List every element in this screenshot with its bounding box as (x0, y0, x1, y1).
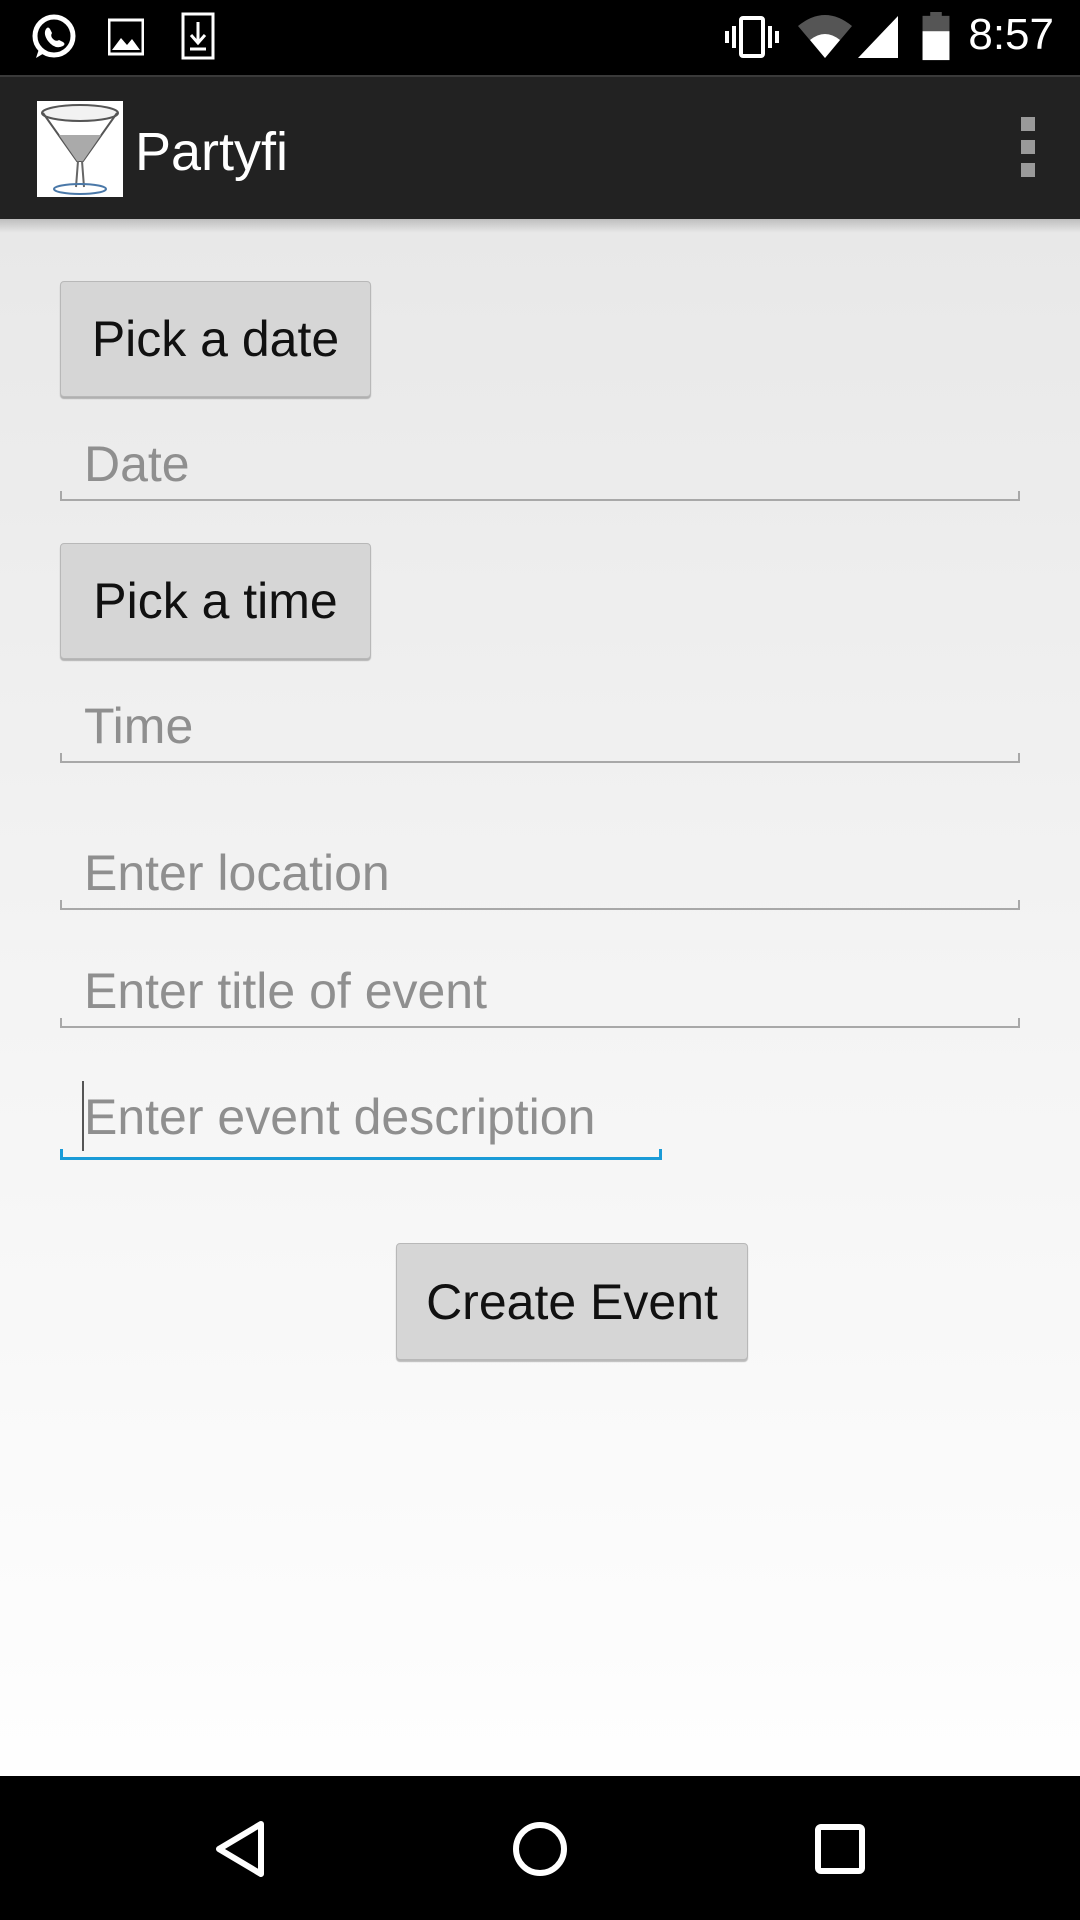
action-bar: Partyfi (0, 75, 1080, 219)
vibrate-icon (725, 16, 779, 58)
pick-time-button[interactable]: Pick a time (60, 543, 371, 659)
navigation-bar (0, 1776, 1080, 1920)
event-title-field[interactable] (60, 958, 1020, 1028)
event-description-input[interactable] (84, 1077, 654, 1157)
overflow-menu-icon[interactable] (1016, 117, 1040, 183)
pick-date-button[interactable]: Pick a date (60, 281, 371, 397)
home-icon[interactable] (505, 1814, 575, 1884)
event-description-field[interactable] (60, 1077, 662, 1160)
recents-icon[interactable] (805, 1814, 875, 1884)
app-logo (37, 101, 123, 197)
signal-icon (858, 16, 898, 58)
location-field[interactable] (60, 840, 1020, 910)
location-input[interactable] (84, 840, 1004, 906)
status-bar: 8:57 (0, 0, 1080, 75)
status-time: 8:57 (968, 10, 1054, 59)
image-icon (108, 18, 144, 56)
back-icon[interactable] (205, 1814, 275, 1884)
date-input[interactable] (84, 431, 1004, 497)
time-input[interactable] (84, 693, 1004, 759)
download-icon (181, 12, 215, 60)
whatsapp-icon (32, 14, 76, 58)
wifi-icon (798, 15, 852, 58)
battery-icon (922, 12, 950, 61)
app-title: Partyfi (135, 122, 289, 182)
create-event-button[interactable]: Create Event (396, 1243, 748, 1360)
date-field[interactable] (60, 431, 1020, 501)
cocktail-glass-icon (41, 104, 119, 195)
event-title-input[interactable] (84, 958, 1004, 1024)
event-form: Pick a date Pick a time Create Event (0, 219, 1080, 1776)
time-field[interactable] (60, 693, 1020, 763)
